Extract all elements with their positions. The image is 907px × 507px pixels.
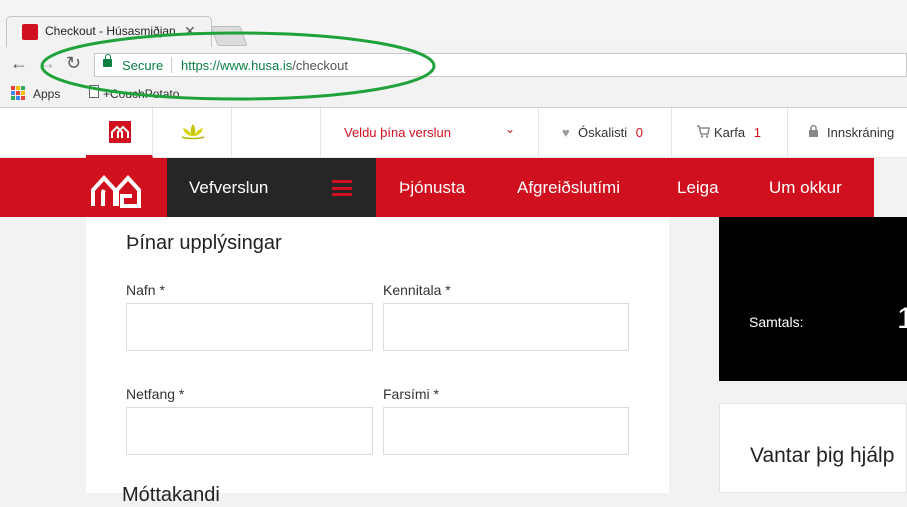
- login-link[interactable]: Innskráning: [827, 125, 894, 140]
- nav-item-um-okkur[interactable]: Um okkur: [769, 178, 842, 198]
- section-title: Þínar upplýsingar: [126, 232, 282, 254]
- next-section-title: Móttakandi: [122, 484, 220, 506]
- page-icon: [89, 85, 99, 98]
- lock-icon: [103, 54, 112, 67]
- email-field[interactable]: [126, 407, 373, 455]
- header-divider: [538, 108, 539, 157]
- nav-item-thjonusta[interactable]: Þjónusta: [399, 178, 465, 198]
- lotus-brand-tab[interactable]: [153, 108, 232, 158]
- name-label: Nafn *: [126, 282, 165, 298]
- husa-logo-icon[interactable]: [90, 172, 142, 213]
- heart-icon: ♥: [562, 125, 570, 140]
- secure-label: Secure: [122, 58, 164, 73]
- cart-icon: [696, 125, 710, 143]
- wishlist-link[interactable]: Óskalisti 0: [578, 125, 643, 140]
- nav-item-afgreidslutimi[interactable]: Afgreiðslutími: [517, 178, 620, 198]
- total-label: Samtals:: [749, 314, 804, 330]
- order-summary-box: [719, 217, 907, 381]
- phone-field[interactable]: [383, 407, 629, 455]
- phone-label: Farsími *: [383, 386, 439, 402]
- nav-item-vefverslun[interactable]: Vefverslun: [189, 178, 268, 198]
- header-divider: [320, 108, 321, 157]
- cart-label: Karfa: [714, 125, 746, 140]
- omnibox-separator: [171, 57, 172, 73]
- bookmark-apps[interactable]: Apps: [33, 87, 60, 101]
- forward-arrow-icon[interactable]: →: [38, 53, 56, 74]
- header-divider: [671, 108, 672, 157]
- husa-logo-icon: [109, 121, 131, 143]
- wishlist-count: 0: [635, 125, 643, 140]
- lock-icon: [808, 124, 819, 142]
- hamburger-menu-icon[interactable]: [332, 180, 352, 196]
- kennitala-label: Kennitala *: [383, 282, 451, 298]
- url-host: https://www.husa.is: [181, 58, 293, 73]
- apps-grid-icon[interactable]: [11, 86, 25, 100]
- name-field[interactable]: [126, 303, 373, 351]
- lotus-icon: [181, 124, 205, 140]
- cart-link[interactable]: Karfa 1: [714, 125, 761, 140]
- nav-item-leiga[interactable]: Leiga: [677, 178, 719, 198]
- tab-title: Checkout - Húsasmiðjan: [45, 24, 176, 38]
- url-path: /checkout: [292, 58, 348, 73]
- header-divider: [787, 108, 788, 157]
- bookmark-couchpotato[interactable]: +CouchPotato: [103, 87, 179, 101]
- husa-favicon-icon: [22, 24, 38, 40]
- email-label: Netfang *: [126, 386, 185, 402]
- store-select[interactable]: Veldu þína verslun: [344, 125, 451, 140]
- close-tab-icon[interactable]: ✕: [184, 23, 196, 40]
- help-title: Vantar þig hjálp: [750, 444, 895, 467]
- url-text[interactable]: https://www.husa.is/checkout: [181, 58, 348, 73]
- chevron-down-icon[interactable]: ⌄: [505, 122, 515, 136]
- kennitala-field[interactable]: [383, 303, 629, 351]
- total-value: 1: [897, 302, 907, 335]
- wishlist-label: Óskalisti: [578, 125, 628, 140]
- reload-icon[interactable]: ↻: [66, 53, 81, 74]
- back-arrow-icon[interactable]: ←: [10, 53, 28, 74]
- cart-count: 1: [753, 125, 761, 140]
